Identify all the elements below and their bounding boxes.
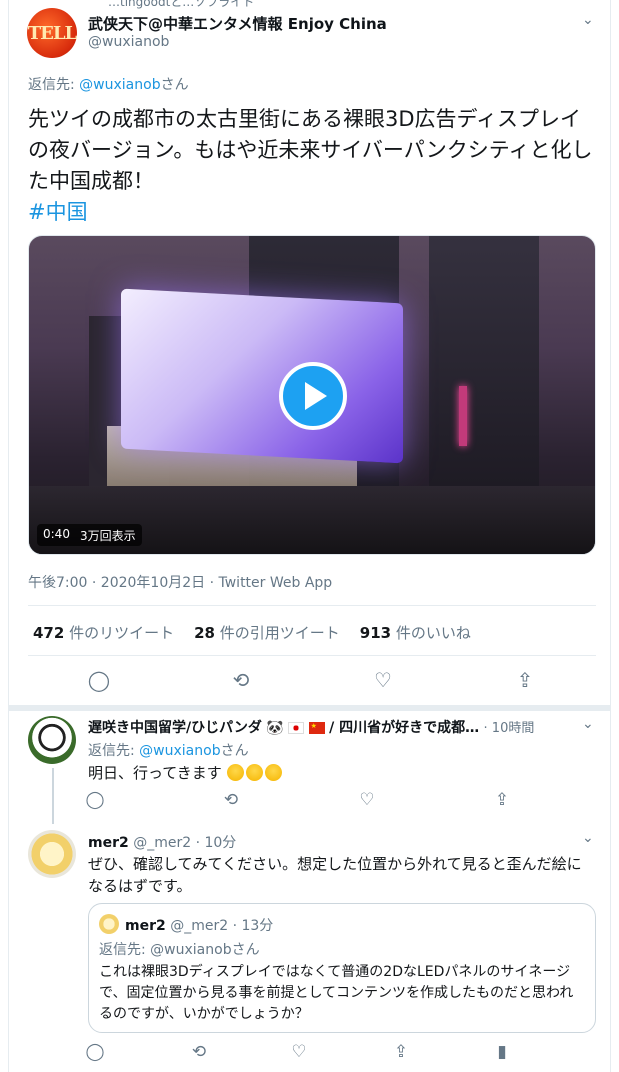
building-shape: [429, 236, 539, 486]
neon-sign: [459, 386, 467, 446]
reply-to-suffix: さん: [220, 743, 249, 759]
grinning-face-icon: [245, 764, 263, 781]
video-views: 3万回表示: [79, 529, 136, 543]
reply1-name-suffix[interactable]: / 四川省が好きで成都…: [329, 720, 479, 736]
share-icon[interactable]: ⇪: [388, 1042, 414, 1062]
hashtag-link[interactable]: #中国: [28, 200, 88, 224]
china-flag-icon: [308, 722, 325, 734]
reply1-time[interactable]: · 10時間: [484, 721, 535, 736]
tweet-stats: 472 件のリツイート 28 件の引用ツイート 913 件のいいね: [33, 622, 471, 643]
like-icon[interactable]: ♡: [368, 668, 398, 692]
stat-label: 件の引用ツイート: [219, 624, 340, 642]
retweet-icon[interactable]: ⟲: [218, 790, 244, 810]
analytics-icon[interactable]: ▮: [489, 1042, 515, 1062]
quote-header: mer2 @_mer2 · 13分: [125, 915, 273, 935]
retweet-count[interactable]: 472 件のリツイート: [33, 622, 174, 643]
avatar-logo-text: TELL: [27, 22, 77, 44]
quote-time: · 13分: [232, 918, 274, 934]
reply-to-suffix: さん: [231, 942, 260, 958]
reply-to-prefix: 返信先:: [88, 743, 140, 759]
author-avatar[interactable]: TELL: [27, 8, 77, 58]
reply-icon[interactable]: ◯: [84, 668, 114, 692]
video-duration: 0:40: [43, 527, 70, 541]
quoted-tweet[interactable]: mer2 @_mer2 · 13分 返信先: @wuxianobさん これは裸眼…: [88, 903, 596, 1033]
panda-icon: 🐼: [266, 720, 284, 736]
divider: [28, 655, 596, 656]
reply2-handle[interactable]: @_mer2: [133, 835, 191, 851]
reply2-header: mer2 @_mer2 · 10分: [88, 832, 236, 852]
quote-reply-to: 返信先: @wuxianobさん: [99, 939, 260, 959]
stat-number: 472: [33, 624, 65, 642]
like-icon[interactable]: ♡: [286, 1042, 312, 1062]
reply-to-prefix: 返信先:: [99, 942, 151, 958]
author-name[interactable]: 武侠天下@中華エンタメ情報 Enjoy China: [88, 13, 387, 34]
reply-to-handle: @wuxianob: [150, 942, 232, 958]
quote-handle: @_mer2: [170, 918, 229, 934]
japan-flag-icon: [288, 722, 305, 734]
thread-line: [52, 768, 54, 824]
video-player[interactable]: 0:40 3万回表示: [28, 235, 596, 555]
billboard-screen: [121, 288, 403, 464]
reply-to-prefix: 返信先:: [28, 77, 80, 93]
chevron-down-icon[interactable]: ⌄: [582, 12, 594, 28]
chevron-down-icon[interactable]: ⌄: [582, 716, 594, 732]
reply-to-suffix: さん: [160, 77, 189, 93]
reply2-avatar[interactable]: [28, 830, 76, 878]
reply1-name[interactable]: 遅咲き中国留学/ひじパンダ: [88, 720, 262, 736]
video-info-badge: 0:40 3万回表示: [37, 524, 142, 546]
tweet-timestamp[interactable]: 午後7:00 · 2020年10月2日 · Twitter Web App: [28, 572, 332, 592]
stat-number: 913: [359, 624, 392, 642]
quote-avatar: [99, 914, 119, 934]
reply1-text: 明日、行ってきます: [88, 762, 284, 784]
reply2-time[interactable]: · 10分: [196, 835, 237, 851]
reply-to-handle[interactable]: @wuxianob: [79, 77, 160, 93]
stat-label: 件のいいね: [395, 624, 471, 642]
like-icon[interactable]: ♡: [354, 790, 380, 810]
tweet-text: 先ツイの成都市の太古里街にある裸眼3D広告ディスプレイの夜バージョン。もはや近未…: [28, 104, 593, 228]
reply2-name[interactable]: mer2: [88, 835, 129, 851]
chevron-down-icon[interactable]: ⌄: [582, 830, 594, 846]
divider: [28, 605, 596, 606]
reply-icon[interactable]: ◯: [82, 1042, 108, 1062]
quote-name: mer2: [125, 918, 166, 934]
reply1-header: 遅咲き中国留学/ひじパンダ 🐼 / 四川省が好きで成都… · 10時間: [88, 717, 534, 737]
tweet-body: 先ツイの成都市の太古里街にある裸眼3D広告ディスプレイの夜バージョン。もはや近未…: [28, 107, 593, 193]
section-divider: [8, 705, 611, 711]
reply-icon[interactable]: ◯: [82, 790, 108, 810]
previous-tweet-fragment: …tingoodtと…ソフライト: [108, 0, 255, 9]
reply1-body: 明日、行ってきます: [88, 764, 222, 782]
reply1-avatar[interactable]: [28, 716, 76, 764]
reply2-text: ぜひ、確認してみてください。想定した位置から外れて見ると歪んだ絵になるはずです。: [88, 855, 582, 895]
reply-to-line: 返信先: @wuxianobさん: [28, 74, 189, 94]
stat-number: 28: [194, 624, 215, 642]
quote-text: これは裸眼3Dディスプレイではなくて普通の2DなLEDパネルのサイネージで、固定…: [99, 964, 574, 1022]
author-handle[interactable]: @wuxianob: [88, 34, 169, 50]
retweet-icon[interactable]: ⟲: [226, 668, 256, 692]
grinning-face-icon: [226, 764, 244, 781]
reply-to-handle[interactable]: @wuxianob: [139, 743, 220, 759]
like-count[interactable]: 913 件のいいね: [360, 622, 471, 643]
retweet-icon[interactable]: ⟲: [186, 1042, 212, 1062]
reply1-reply-to: 返信先: @wuxianobさん: [88, 740, 249, 760]
quote-count[interactable]: 28 件の引用ツイート: [194, 622, 340, 643]
play-icon[interactable]: [279, 362, 347, 430]
grinning-face-icon: [264, 764, 282, 781]
share-icon[interactable]: ⇪: [489, 790, 515, 810]
stat-label: 件のリツイート: [69, 624, 175, 642]
share-icon[interactable]: ⇪: [510, 668, 540, 692]
